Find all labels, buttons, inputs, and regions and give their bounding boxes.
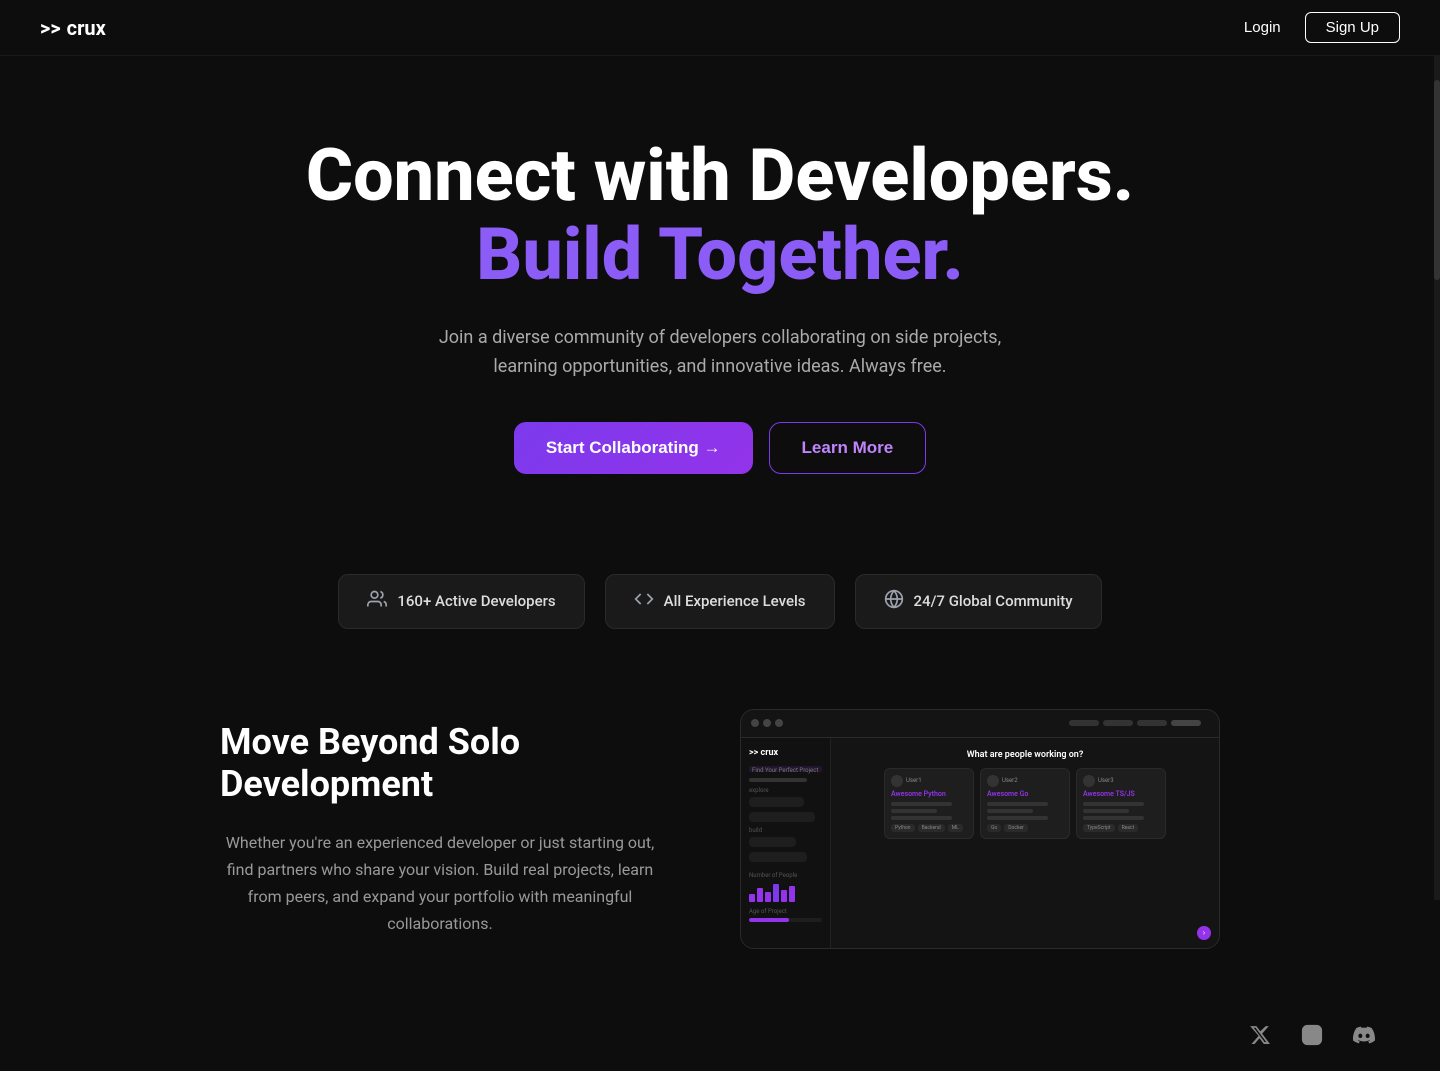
feature-section: Move Beyond Solo Development Whether you… bbox=[0, 689, 1440, 1009]
mockup-titlebar bbox=[741, 710, 1219, 738]
stat-global-label: 24/7 Global Community bbox=[914, 592, 1073, 610]
mockup-card-go: User2 Awesome Go Go Docker bbox=[980, 768, 1070, 839]
logo[interactable]: >> crux bbox=[40, 16, 106, 40]
globe-icon bbox=[884, 589, 904, 614]
mockup-card-python: User1 Awesome Python Python Backend ML bbox=[884, 768, 974, 839]
signup-button[interactable]: Sign Up bbox=[1305, 12, 1400, 43]
logo-wordmark: crux bbox=[67, 16, 106, 40]
feature-text-block: Move Beyond Solo Development Whether you… bbox=[220, 721, 660, 938]
stat-active-developers-label: 160+ Active Developers bbox=[397, 592, 555, 610]
mockup-card-ts: User3 Awesome TS/JS TypeScript React bbox=[1076, 768, 1166, 839]
mockup-nav-dot: › bbox=[1197, 926, 1211, 940]
mockup-cards-container: User1 Awesome Python Python Backend ML bbox=[843, 768, 1207, 839]
feature-description: Whether you're an experienced developer … bbox=[220, 829, 660, 938]
hero-headline: Connect with Developers. Build Together. bbox=[306, 136, 1134, 294]
start-collaborating-button[interactable]: Start Collaborating → bbox=[514, 422, 753, 474]
x-twitter-icon[interactable] bbox=[1244, 1019, 1276, 1051]
hero-section: Connect with Developers. Build Together.… bbox=[0, 56, 1440, 534]
logo-chevrons-icon: >> bbox=[40, 16, 61, 40]
hero-headline-line2: Build Together. bbox=[476, 212, 964, 297]
navbar: >> crux Login Sign Up bbox=[0, 0, 1440, 56]
discord-icon[interactable] bbox=[1348, 1019, 1380, 1051]
stat-active-developers: 160+ Active Developers bbox=[338, 574, 584, 629]
people-icon bbox=[367, 589, 387, 614]
scrollbar[interactable] bbox=[1434, 0, 1440, 900]
stat-experience-label: All Experience Levels bbox=[664, 592, 806, 610]
stat-global-community: 24/7 Global Community bbox=[855, 574, 1102, 629]
footer-social bbox=[0, 1009, 1440, 1071]
hero-cta-group: Start Collaborating → Learn More bbox=[514, 422, 926, 474]
stats-row: 160+ Active Developers All Experience Le… bbox=[0, 574, 1440, 629]
mockup-sidebar: >> crux Find Your Perfect Project explor… bbox=[741, 738, 831, 949]
code-icon bbox=[634, 589, 654, 614]
login-button[interactable]: Login bbox=[1244, 19, 1281, 36]
nav-actions: Login Sign Up bbox=[1244, 12, 1400, 43]
mockup-section-title: What are people working on? bbox=[843, 750, 1207, 760]
mockup-main-content: What are people working on? User1 Awesom… bbox=[831, 738, 1219, 948]
hero-subtitle: Join a diverse community of developers c… bbox=[410, 324, 1030, 382]
stat-experience-levels: All Experience Levels bbox=[605, 574, 835, 629]
app-mockup: >> crux Find Your Perfect Project explor… bbox=[740, 709, 1220, 949]
learn-more-button[interactable]: Learn More bbox=[769, 422, 927, 474]
hero-headline-line1: Connect with Developers. bbox=[306, 133, 1134, 218]
feature-title: Move Beyond Solo Development bbox=[220, 721, 660, 805]
instagram-icon[interactable] bbox=[1296, 1019, 1328, 1051]
